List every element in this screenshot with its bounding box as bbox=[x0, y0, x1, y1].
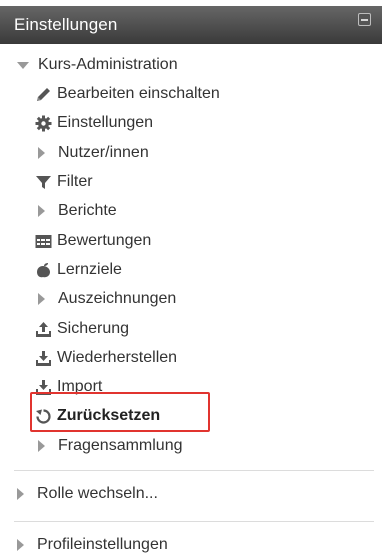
divider bbox=[14, 470, 374, 471]
menu-item-label: Rolle wechseln... bbox=[37, 485, 158, 502]
menu-item-label: Nutzer/innen bbox=[58, 144, 149, 161]
block-header: Einstellungen bbox=[0, 6, 382, 44]
settings-block: Einstellungen Kurs-Administration Bearbe… bbox=[0, 0, 382, 554]
expand-arrow-icon bbox=[38, 205, 45, 217]
menu-item-label: Bewertungen bbox=[57, 232, 152, 249]
gradebook-icon bbox=[35, 233, 52, 250]
expand-arrow-icon bbox=[17, 488, 24, 500]
menu-item-label: Filter bbox=[57, 173, 93, 190]
menu-item-label: Wiederherstellen bbox=[57, 349, 178, 366]
menu-item-filter[interactable]: Filter bbox=[35, 169, 93, 195]
menu-item-settings[interactable]: Einstellungen bbox=[35, 110, 153, 136]
filter-icon bbox=[35, 174, 52, 191]
menu-item-reset[interactable]: Zurücksetzen bbox=[35, 403, 160, 429]
expand-arrow-icon bbox=[17, 539, 24, 551]
menu-item-badges[interactable]: Auszeichnungen bbox=[35, 286, 176, 312]
block-title: Einstellungen bbox=[14, 15, 118, 34]
menu-item-label: Berichte bbox=[58, 202, 117, 219]
tree-node-label: Kurs-Administration bbox=[38, 56, 178, 73]
pencil-icon bbox=[35, 86, 52, 103]
menu-item-backup[interactable]: Sicherung bbox=[35, 316, 129, 342]
menu-item-reports[interactable]: Berichte bbox=[35, 198, 117, 224]
tree-node-course-administration[interactable]: Kurs-Administration bbox=[16, 52, 178, 78]
menu-item-label: Sicherung bbox=[57, 320, 130, 337]
reset-icon bbox=[35, 408, 52, 425]
expand-arrow-icon bbox=[38, 293, 45, 305]
menu-item-label: Fragensammlung bbox=[58, 437, 183, 454]
menu-item-edit-mode[interactable]: Bearbeiten einschalten bbox=[35, 81, 220, 107]
expand-arrow-icon bbox=[38, 147, 45, 159]
menu-item-outcomes[interactable]: Lernziele bbox=[35, 257, 122, 283]
upload-icon bbox=[35, 321, 52, 338]
menu-item-profile-settings[interactable]: Profileinstellungen bbox=[14, 532, 168, 558]
menu-item-restore[interactable]: Wiederherstellen bbox=[35, 345, 177, 371]
menu-item-label: Zurücksetzen bbox=[57, 407, 161, 424]
menu-item-label: Auszeichnungen bbox=[58, 290, 177, 307]
minus-square-icon[interactable] bbox=[358, 13, 371, 26]
menu-item-label: Profileinstellungen bbox=[37, 536, 168, 553]
menu-item-label: Lernziele bbox=[57, 261, 122, 278]
menu-item-label: Bearbeiten einschalten bbox=[57, 85, 220, 102]
menu-item-question-bank[interactable]: Fragensammlung bbox=[35, 433, 183, 459]
divider bbox=[14, 521, 374, 522]
expand-arrow-icon bbox=[38, 440, 45, 452]
menu-item-grades[interactable]: Bewertungen bbox=[35, 228, 151, 254]
menu-item-label: Einstellungen bbox=[57, 114, 154, 131]
outcomes-icon bbox=[35, 262, 52, 279]
menu-item-switch-role[interactable]: Rolle wechseln... bbox=[14, 481, 158, 507]
gear-icon bbox=[35, 115, 52, 132]
download-icon bbox=[35, 350, 52, 367]
menu-item-users[interactable]: Nutzer/innen bbox=[35, 140, 149, 166]
expanded-arrow-icon bbox=[17, 61, 29, 69]
